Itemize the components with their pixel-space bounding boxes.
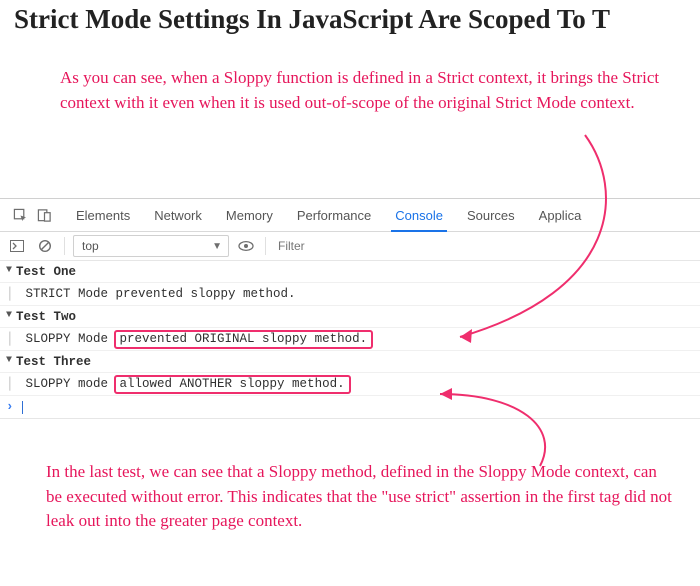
clear-console-icon[interactable] [34, 235, 56, 257]
device-toolbar-icon[interactable] [32, 203, 56, 227]
context-selector[interactable]: top ▼ [73, 235, 229, 257]
console-output: ▼ Test One │ STRICT Mode prevented slopp… [0, 261, 700, 418]
disclosure-triangle-icon: ▼ [6, 265, 12, 276]
toolbar-separator [64, 237, 65, 255]
console-message: │ SLOPPY Mode prevented ORIGINAL sloppy … [0, 328, 700, 351]
tab-memory[interactable]: Memory [214, 200, 285, 231]
message-text: STRICT Mode prevented sloppy method. [26, 287, 296, 301]
console-group-header[interactable]: ▼ Test One [0, 261, 700, 283]
inspect-icon[interactable] [8, 203, 32, 227]
highlighted-text: allowed ANOTHER sloppy method. [114, 375, 351, 394]
prompt-chevron-icon: › [6, 400, 14, 414]
tab-label: Sources [467, 208, 515, 223]
devtools-panel: Elements Network Memory Performance Cons… [0, 198, 700, 419]
tab-label: Applica [539, 208, 582, 223]
annotation-top: As you can see, when a Sloppy function i… [60, 66, 665, 115]
console-message: │ STRICT Mode prevented sloppy method. [0, 283, 700, 306]
console-message: │ SLOPPY mode allowed ANOTHER sloppy met… [0, 373, 700, 396]
message-text: SLOPPY mode [26, 377, 116, 391]
toolbar-separator [265, 237, 266, 255]
tab-network[interactable]: Network [142, 200, 214, 231]
console-sidebar-toggle-icon[interactable] [6, 235, 28, 257]
tab-console[interactable]: Console [383, 200, 455, 231]
console-prompt[interactable]: › [0, 396, 700, 418]
devtools-tabbar: Elements Network Memory Performance Cons… [0, 199, 700, 232]
context-selector-value: top [82, 239, 99, 253]
tab-performance[interactable]: Performance [285, 200, 383, 231]
tab-application[interactable]: Applica [527, 200, 582, 231]
filter-input[interactable] [274, 238, 694, 254]
chevron-down-icon: ▼ [212, 241, 222, 252]
tab-elements[interactable]: Elements [64, 200, 142, 231]
tab-label: Performance [297, 208, 371, 223]
message-text: SLOPPY Mode [26, 332, 116, 346]
group-label: Test One [16, 265, 76, 279]
tab-label: Memory [226, 208, 273, 223]
live-expression-icon[interactable] [235, 235, 257, 257]
disclosure-triangle-icon: ▼ [6, 310, 12, 321]
tab-label: Network [154, 208, 202, 223]
annotation-bottom: In the last test, we can see that a Slop… [46, 460, 676, 534]
highlighted-text: prevented ORIGINAL sloppy method. [114, 330, 374, 349]
group-indent-icon: │ [6, 287, 14, 301]
text-caret-icon [22, 401, 23, 414]
disclosure-triangle-icon: ▼ [6, 355, 12, 366]
tab-sources[interactable]: Sources [455, 200, 527, 231]
tab-label: Console [395, 208, 443, 223]
page-title: Strict Mode Settings In JavaScript Are S… [0, 0, 700, 35]
tab-label: Elements [76, 208, 130, 223]
group-label: Test Two [16, 310, 76, 324]
console-group-header[interactable]: ▼ Test Three [0, 351, 700, 373]
group-label: Test Three [16, 355, 91, 369]
console-group-header[interactable]: ▼ Test Two [0, 306, 700, 328]
group-indent-icon: │ [6, 332, 14, 346]
console-toolbar: top ▼ [0, 232, 700, 261]
group-indent-icon: │ [6, 377, 14, 391]
